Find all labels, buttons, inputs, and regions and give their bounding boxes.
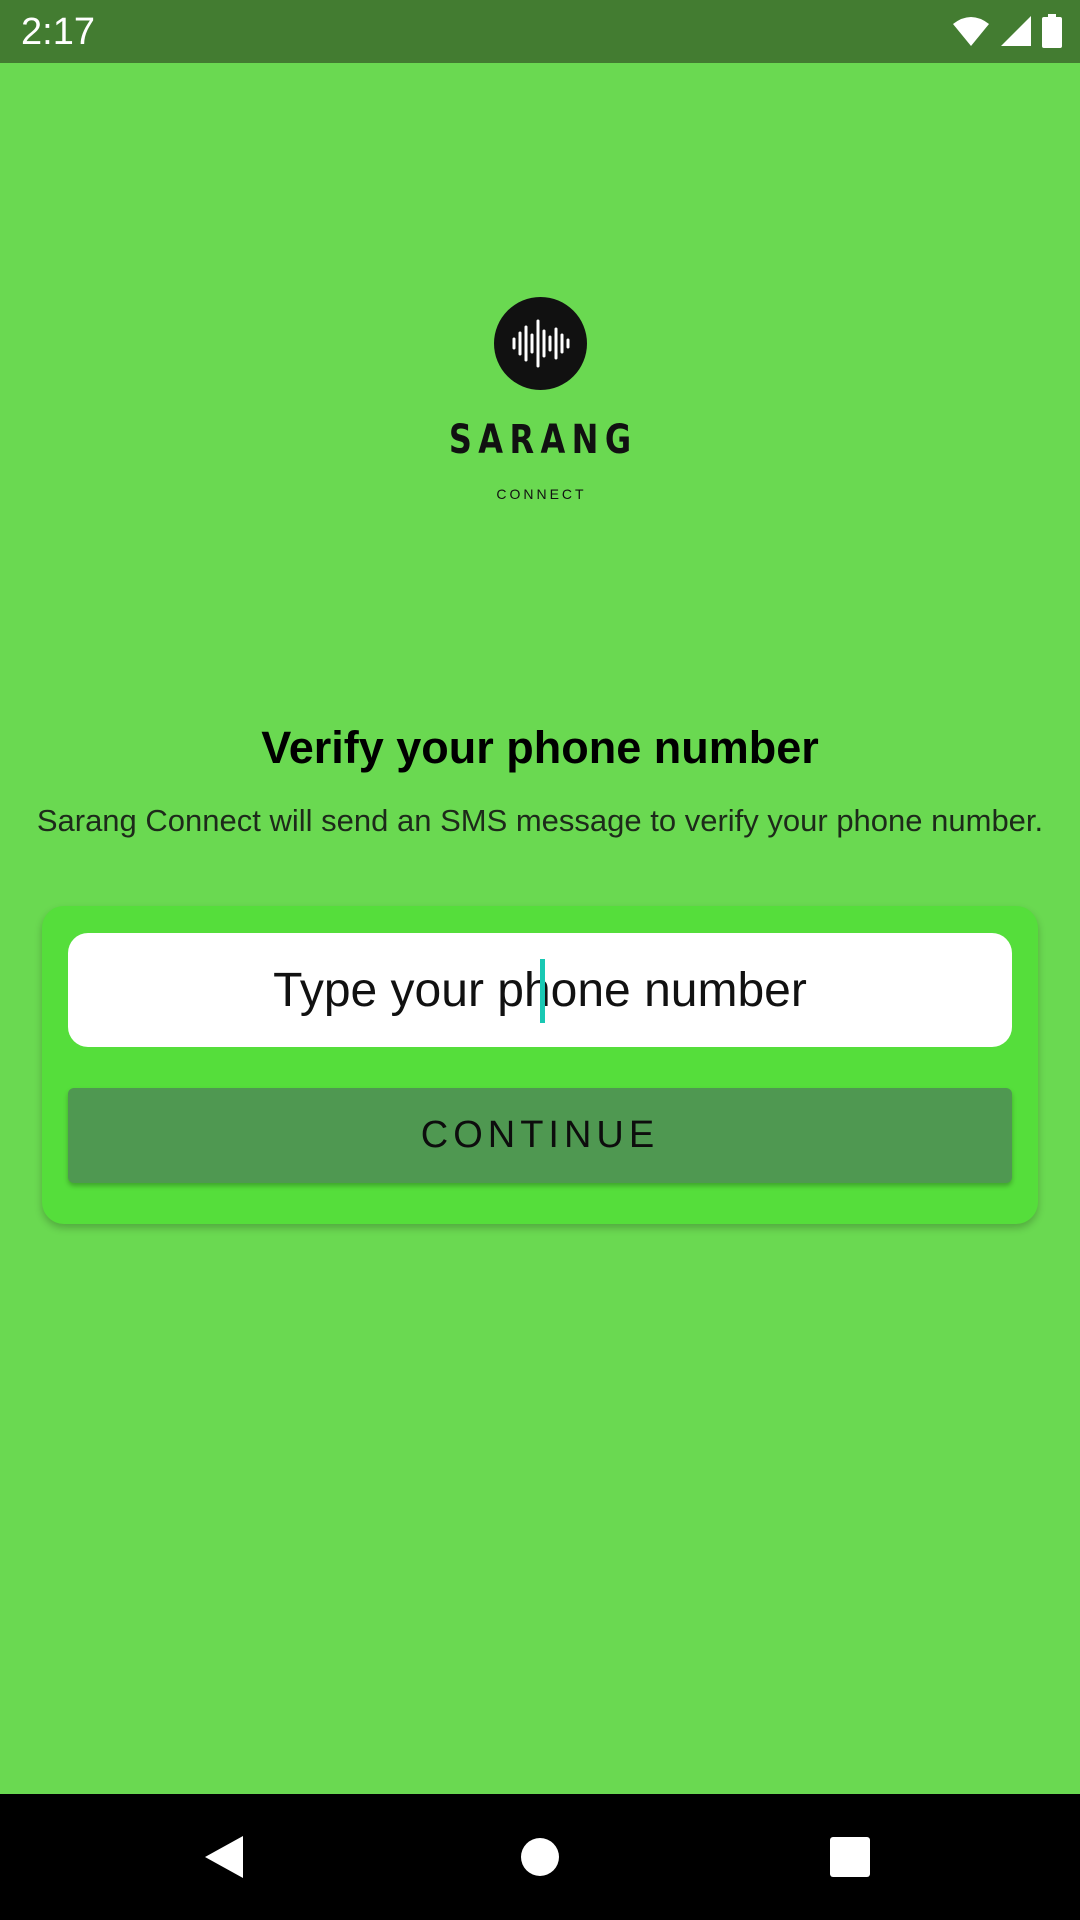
page-description: Sarang Connect will send an SMS message … <box>36 803 1044 838</box>
logo-name: SARANG <box>448 417 638 463</box>
continue-button[interactable]: CONTINUE <box>68 1088 1012 1183</box>
sound-wave-icon <box>493 297 587 390</box>
navigation-bar <box>0 1794 1080 1920</box>
app-logo: SARANG CONNECT <box>0 297 1080 502</box>
battery-icon <box>1042 14 1062 48</box>
page-title: Verify your phone number <box>261 722 819 773</box>
verification-card: CONTINUE <box>42 906 1038 1224</box>
back-icon[interactable] <box>164 1794 284 1920</box>
recents-icon[interactable] <box>790 1794 910 1920</box>
status-time: 2:17 <box>21 11 95 53</box>
text-cursor <box>540 959 545 1023</box>
wifi-icon <box>952 16 990 46</box>
status-icons <box>952 14 1062 48</box>
home-icon[interactable] <box>480 1794 600 1920</box>
status-bar: 2:17 <box>0 0 1080 63</box>
logo-subtitle: CONNECT <box>496 486 587 502</box>
cell-signal-icon <box>1000 15 1032 47</box>
